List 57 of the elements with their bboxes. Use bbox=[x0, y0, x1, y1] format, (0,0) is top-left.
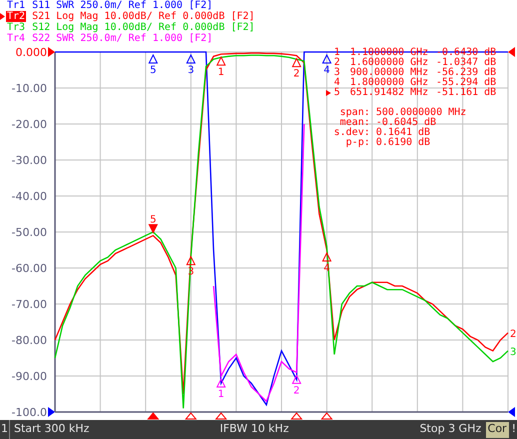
marker-flag-drawing: 4 bbox=[322, 54, 332, 76]
warning-indicator[interactable]: ! bbox=[510, 421, 517, 438]
y-tick-label: -40.00 bbox=[12, 190, 47, 203]
trace-label[interactable]: Tr1 bbox=[6, 0, 26, 11]
statistic-value: -0.6045 dB bbox=[376, 118, 436, 128]
statistic-label: mean: bbox=[340, 118, 370, 128]
stop-frequency[interactable]: Stop 3 GHz bbox=[420, 421, 486, 438]
statistic-value: 0.6190 dB bbox=[376, 138, 430, 148]
y-tick-label: -20.00 bbox=[12, 118, 47, 131]
marker-number: 3 bbox=[333, 68, 342, 78]
statistic-label: p-p: bbox=[344, 138, 370, 148]
marker-flag-drawing: 5 bbox=[148, 54, 158, 76]
trace-settings: S11 SWR 250.0m/ Ref 1.000 [F2] bbox=[32, 0, 213, 11]
ifbw-setting[interactable]: IFBW 10 kHz bbox=[220, 421, 420, 438]
channel-indicator[interactable]: 1 bbox=[0, 420, 10, 439]
y-tick-label: -50.00 bbox=[12, 226, 47, 239]
marker-stimulus: 1.8000000 GHz bbox=[350, 78, 430, 88]
reference-level-icon bbox=[508, 47, 515, 57]
trace-settings: S12 Log Mag 10.00dB/ Ref 0.000dB [F2] bbox=[32, 22, 255, 33]
trace-end-label: 3 bbox=[510, 346, 516, 358]
marker-flag-drawing: 1 bbox=[216, 378, 226, 400]
statistic-label: span: bbox=[338, 108, 370, 118]
marker-flag-drawing: 5 bbox=[148, 214, 158, 234]
marker-flag-drawing: 3 bbox=[186, 54, 196, 76]
marker-flag-drawing: 2 bbox=[292, 374, 302, 396]
y-tick-label: -100.0 bbox=[12, 406, 47, 419]
y-tick-label: -80.00 bbox=[12, 334, 47, 347]
y-tick-label: -90.00 bbox=[12, 370, 47, 383]
start-frequency[interactable]: Start 300 kHz bbox=[14, 421, 220, 438]
trace-end-label: 2 bbox=[510, 328, 516, 340]
marker-flag-drawing: 2 bbox=[292, 57, 302, 80]
y-tick-label: 0.000 bbox=[16, 46, 47, 59]
marker-response: -1.0347 dB bbox=[436, 58, 496, 68]
marker-stimulus: 651.91482 MHz bbox=[350, 88, 430, 98]
correction-indicator[interactable]: Cor bbox=[486, 422, 509, 438]
statistic-label: s.dev: bbox=[332, 128, 370, 138]
reference-level-icon bbox=[48, 47, 55, 57]
marker-stimulus: 900.00000 MHz bbox=[350, 68, 430, 78]
marker-number: 4 bbox=[333, 78, 342, 88]
y-tick-label: -30.00 bbox=[12, 154, 47, 167]
reference-level-icon bbox=[508, 407, 515, 417]
active-trace-pointer-icon bbox=[0, 13, 5, 20]
marker-stimulus: 1.6000000 GHz bbox=[350, 58, 430, 68]
y-tick-label: -70.00 bbox=[12, 298, 47, 311]
trace-settings: S21 Log Mag 10.00dB/ Ref 0.000dB [F2] bbox=[32, 11, 255, 22]
marker-response: -56.239 dB bbox=[436, 68, 496, 78]
statistic-value: 0.1641 dB bbox=[376, 128, 430, 138]
statistic-value: 500.0000000 MHz bbox=[376, 108, 466, 118]
trace-settings: S22 SWR 250.0m/ Ref 1.000 [F2] bbox=[32, 33, 213, 44]
marker-number: 5 bbox=[326, 88, 350, 98]
marker-number: 2 bbox=[333, 58, 342, 68]
y-tick-label: -60.00 bbox=[12, 262, 47, 275]
marker-response: -51.161 dB bbox=[436, 88, 496, 98]
marker-flag-drawing: 1 bbox=[216, 56, 226, 78]
y-tick-label: -10.00 bbox=[12, 82, 47, 95]
reference-level-icon bbox=[48, 407, 55, 417]
marker-response: -55.294 dB bbox=[436, 78, 496, 88]
